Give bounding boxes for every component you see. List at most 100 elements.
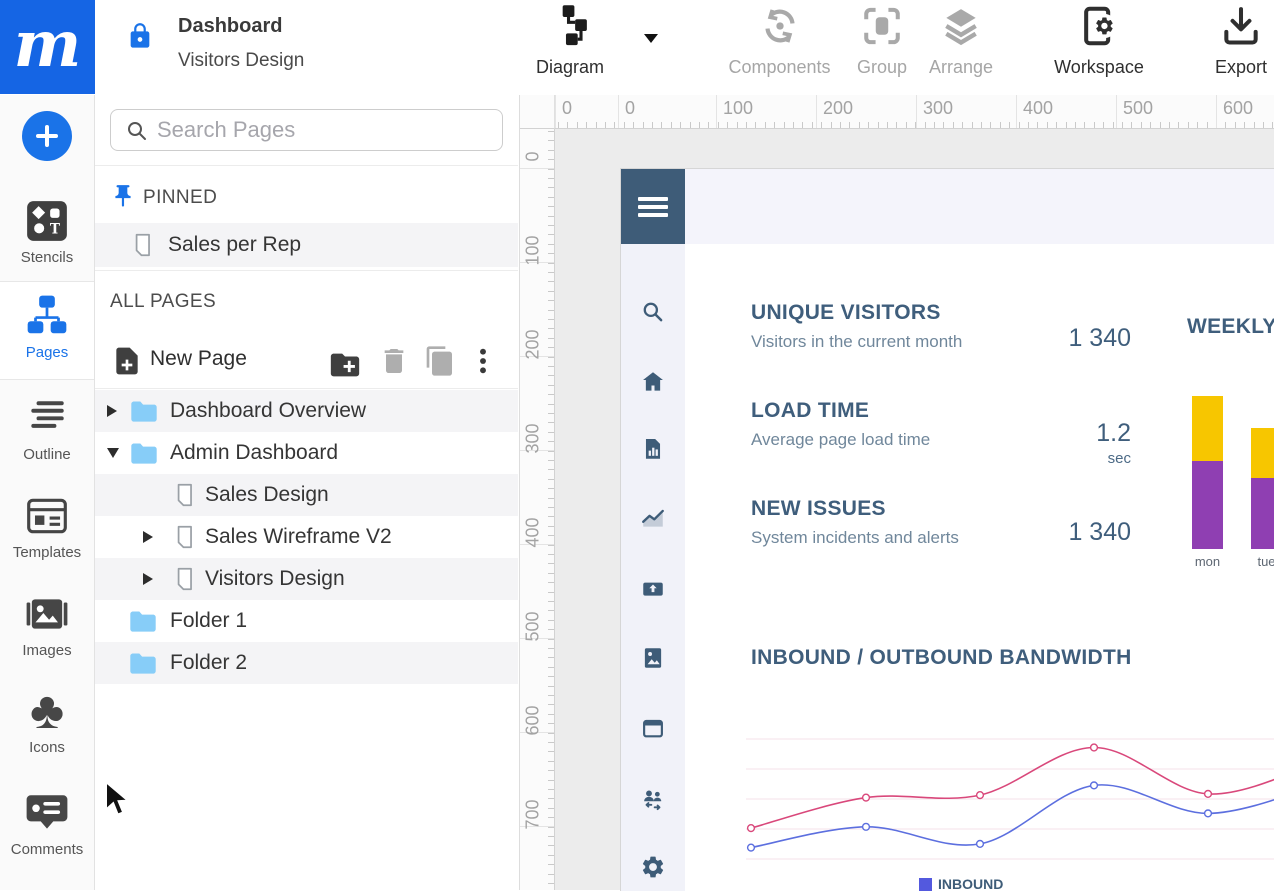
image-icon: [640, 645, 666, 671]
sidebar-item-stencils[interactable]: T Stencils: [0, 198, 94, 266]
diagram-tool-button[interactable]: Diagram: [524, 4, 616, 78]
group-button[interactable]: Group: [847, 4, 917, 78]
hamburger-icon: [638, 213, 668, 217]
project-title: Dashboard: [178, 15, 282, 37]
diagram-label: Diagram: [524, 57, 616, 78]
sidebar-item-pages[interactable]: Pages: [0, 293, 94, 361]
club-icon: ♣: [0, 683, 94, 739]
new-page-label[interactable]: New Page: [150, 347, 247, 371]
divider: [95, 388, 518, 389]
tree-label: Admin Dashboard: [170, 432, 338, 474]
tree-row-dashboard-overview[interactable]: Dashboard Overview: [95, 390, 518, 432]
sidebar-item-icons[interactable]: ♣ Icons: [0, 683, 94, 756]
workspace-icon: [1077, 4, 1121, 48]
hamburger-icon: [638, 205, 668, 209]
report-icon: [640, 436, 666, 462]
search-icon: [125, 119, 149, 143]
divider: [95, 165, 518, 166]
components-button[interactable]: Components: [712, 4, 847, 78]
bar-segment-purple: [1251, 478, 1274, 549]
components-label: Components: [712, 57, 847, 78]
outline-label: Outline: [0, 446, 94, 463]
templates-label: Templates: [0, 544, 94, 561]
pinned-page-row[interactable]: Sales per Rep: [95, 223, 518, 267]
pages-icon: [24, 293, 70, 339]
new-page-icon[interactable]: [111, 345, 143, 377]
sidebar-item-comments[interactable]: Comments: [0, 790, 94, 858]
group-label: Group: [847, 57, 917, 78]
tree-row-sales-design[interactable]: Sales Design: [95, 474, 518, 516]
tree-row-sales-wireframe-v2[interactable]: Sales Wireframe V2: [95, 516, 518, 558]
tree-row-visitors-design[interactable]: Visitors Design: [95, 558, 518, 600]
sidebar-item-outline[interactable]: Outline: [0, 395, 94, 463]
stat-subtitle: Average page load time: [751, 430, 1141, 450]
bandwidth-chart-title: INBOUND / OUTBOUND BANDWIDTH: [751, 646, 1132, 670]
stat-value: 1 340: [1068, 324, 1131, 353]
weekly-chart-title: WEEKLY V: [1187, 315, 1274, 339]
sidebar-item-templates[interactable]: Templates: [0, 493, 94, 561]
stencils-label: Stencils: [0, 249, 94, 266]
divider: [95, 270, 518, 271]
arrange-button[interactable]: Arrange: [921, 4, 1001, 78]
diagram-icon: [548, 4, 592, 48]
page-icon: [129, 232, 155, 258]
workspace-button[interactable]: Workspace: [1044, 4, 1154, 78]
sidebar-item-images[interactable]: Images: [0, 591, 94, 659]
tree-caret[interactable]: [107, 405, 117, 417]
mouse-cursor: [104, 780, 138, 820]
stat-title: UNIQUE VISITORS: [751, 301, 1141, 325]
tree-caret[interactable]: [143, 531, 153, 543]
hamburger-icon: [638, 197, 668, 201]
tree-label: Folder 1: [170, 600, 247, 642]
stat-title: LOAD TIME: [751, 399, 1141, 423]
export-button[interactable]: Export: [1196, 4, 1274, 78]
export-icon: [1219, 4, 1263, 48]
pages-label: Pages: [0, 344, 94, 361]
moqups-logo[interactable]: m: [0, 0, 95, 94]
tree-row-folder-2[interactable]: Folder 2: [95, 642, 518, 684]
search-pages-input[interactable]: [155, 112, 489, 148]
search-icon: [640, 299, 666, 325]
new-folder-icon[interactable]: [328, 348, 362, 382]
folder-icon: [128, 608, 158, 634]
folder-icon: [129, 398, 159, 424]
legend-swatch: [919, 878, 932, 891]
tree-row-admin-dashboard[interactable]: Admin Dashboard: [95, 432, 518, 474]
folder-icon: [129, 440, 159, 466]
more-options-icon[interactable]: [467, 345, 499, 377]
stat-load-time: LOAD TIME Average page load time: [751, 399, 1141, 450]
tree-label: Visitors Design: [205, 558, 345, 600]
diagram-dropdown-caret[interactable]: [644, 34, 658, 43]
delete-icon[interactable]: [378, 345, 410, 377]
duplicate-icon[interactable]: [424, 345, 456, 377]
document-title[interactable]: Dashboard Visitors Design: [178, 10, 304, 78]
comments-label: Comments: [0, 841, 94, 858]
comments-icon: [24, 790, 70, 836]
page-icon: [171, 524, 197, 550]
tree-caret[interactable]: [143, 573, 153, 585]
tree-caret[interactable]: [107, 448, 119, 458]
artboard[interactable]: UNIQUE VISITORS Visitors in the current …: [620, 168, 1274, 891]
all-pages-header: ALL PAGES: [110, 291, 216, 313]
add-stencil-button[interactable]: [22, 111, 72, 161]
stat-value: 1.2sec: [1096, 419, 1131, 467]
upload-icon: [640, 575, 666, 601]
stat-unit: sec: [1096, 450, 1131, 467]
bar-segment-purple: [1192, 461, 1223, 549]
lock-icon[interactable]: [126, 22, 154, 50]
tree-label: Dashboard Overview: [170, 390, 366, 432]
group-icon: [860, 4, 904, 48]
tree-label: Folder 2: [170, 642, 247, 684]
pages-tree: Dashboard OverviewAdmin DashboardSales D…: [95, 390, 518, 890]
pages-panel: PINNED Sales per Rep ALL PAGES New Page …: [95, 95, 520, 890]
bar-segment-yellow: [1251, 428, 1274, 478]
icons-label: Icons: [0, 739, 94, 756]
legend-label: INBOUND: [938, 876, 1003, 891]
export-label: Export: [1196, 57, 1274, 78]
search-pages-box[interactable]: [110, 109, 503, 151]
svg-text:T: T: [50, 221, 60, 237]
arrange-icon: [939, 4, 983, 48]
templates-icon: [24, 493, 70, 539]
tree-row-folder-1[interactable]: Folder 1: [95, 600, 518, 642]
mockup-top-band: [621, 169, 1274, 244]
